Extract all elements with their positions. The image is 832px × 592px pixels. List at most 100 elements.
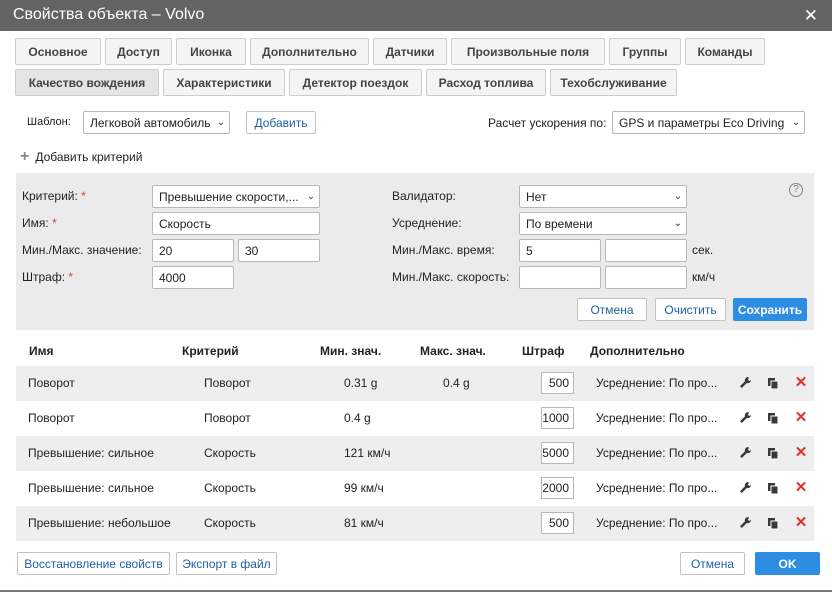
tab-bar: Основное Доступ Иконка Дополнительно Дат… (15, 38, 815, 100)
row-min: 81 км/ч (344, 516, 384, 530)
averaging-select[interactable]: По времени ⌄ (519, 212, 687, 235)
tab-fuel-consumption[interactable]: Расход топлива (426, 69, 546, 96)
export-to-file-button[interactable]: Экспорт в файл (176, 552, 277, 575)
criterion-select[interactable]: Превышение скорости,... ⌄ (152, 185, 320, 208)
tab-main[interactable]: Основное (15, 38, 101, 65)
copy-icon[interactable] (765, 409, 781, 427)
template-select[interactable]: Легковой автомобиль ⌄ (83, 111, 230, 134)
delete-icon[interactable]: ✕ (793, 409, 809, 427)
row-min: 99 км/ч (344, 481, 384, 495)
row-penalty-input[interactable]: 500 (541, 512, 574, 534)
restore-properties-button[interactable]: Восстановление свойств (17, 552, 170, 575)
speed-unit: км/ч (692, 270, 716, 284)
penalty-input[interactable]: 4000 (152, 266, 234, 289)
col-header-name: Имя (29, 344, 54, 358)
row-criterion: Скорость (204, 516, 256, 530)
col-header-extra: Дополнительно (590, 344, 685, 358)
wrench-icon[interactable] (737, 409, 753, 427)
validator-select[interactable]: Нет ⌄ (519, 185, 687, 208)
form-cancel-button[interactable]: Отмена (577, 298, 647, 321)
form-save-button[interactable]: Сохранить (733, 298, 807, 321)
col-header-criterion: Критерий (182, 344, 239, 358)
add-criterion-link[interactable]: + Добавить критерий (20, 148, 142, 166)
copy-icon[interactable] (765, 479, 781, 497)
row-penalty-input[interactable]: 5000 (541, 442, 574, 464)
table-row[interactable]: Превышение: сильное Скорость 99 км/ч 200… (16, 471, 814, 506)
close-icon[interactable]: ✕ (804, 7, 818, 24)
chevron-down-icon: ⌄ (791, 117, 801, 128)
table-row[interactable]: Поворот Поворот 0.31 g 0.4 g 500 Усредне… (16, 366, 814, 401)
time-unit: сек. (692, 243, 714, 257)
acceleration-label: Расчет ускорения по: (488, 116, 607, 130)
row-min: 0.4 g (344, 411, 371, 425)
chevron-down-icon: ⌄ (216, 117, 226, 128)
time-label: Мин./Макс. время: (392, 243, 495, 257)
wrench-icon[interactable] (737, 514, 753, 532)
col-header-max: Макс. знач. (420, 344, 486, 358)
row-extra: Усреднение: По про... (596, 411, 718, 425)
tab-custom-fields[interactable]: Произвольные поля (451, 38, 605, 65)
row-criterion: Поворот (204, 376, 251, 390)
speed-max-input[interactable] (605, 266, 687, 289)
tab-trip-detector[interactable]: Детектор поездок (289, 69, 422, 96)
wrench-icon[interactable] (737, 479, 753, 497)
time-min-input[interactable]: 5 (519, 239, 601, 262)
minmax-value-label: Мин./Макс. значение: (22, 243, 142, 257)
tab-characteristics[interactable]: Характеристики (163, 69, 285, 96)
speed-label: Мин./Макс. скорость: (392, 270, 510, 284)
tab-driving-quality[interactable]: Качество вождения (15, 69, 159, 96)
tab-maintenance[interactable]: Техобслуживание (550, 69, 677, 96)
penalty-label: Штраф: * (22, 270, 74, 284)
chevron-down-icon: ⌄ (306, 191, 316, 202)
name-label: Имя: * (22, 216, 57, 230)
col-header-min: Мин. знач. (320, 344, 382, 358)
ok-button[interactable]: OK (755, 552, 820, 575)
chevron-down-icon: ⌄ (673, 218, 683, 229)
table-row[interactable]: Поворот Поворот 0.4 g 1000 Усреднение: П… (16, 401, 814, 436)
row-name: Превышение: сильное (28, 446, 154, 460)
delete-icon[interactable]: ✕ (793, 479, 809, 497)
criterion-select-value: Превышение скорости,... (159, 189, 299, 204)
tab-advanced[interactable]: Дополнительно (250, 38, 369, 65)
template-label: Шаблон: (27, 116, 71, 128)
row-criterion: Скорость (204, 446, 256, 460)
copy-icon[interactable] (765, 444, 781, 462)
wrench-icon[interactable] (737, 374, 753, 392)
tab-access[interactable]: Доступ (105, 38, 172, 65)
row-criterion: Поворот (204, 411, 251, 425)
row-name: Поворот (28, 376, 75, 390)
window-title: Свойства объекта – Volvo (13, 6, 205, 23)
tab-icon[interactable]: Иконка (176, 38, 246, 65)
copy-icon[interactable] (765, 514, 781, 532)
delete-icon[interactable]: ✕ (793, 444, 809, 462)
time-max-input[interactable] (605, 239, 687, 262)
row-penalty-input[interactable]: 2000 (541, 477, 574, 499)
help-icon[interactable]: ? (789, 183, 803, 197)
table-row[interactable]: Превышение: небольшое Скорость 81 км/ч 5… (16, 506, 814, 541)
table-row[interactable]: Превышение: сильное Скорость 121 км/ч 50… (16, 436, 814, 471)
acceleration-select-value: GPS и параметры Eco Driving (619, 115, 785, 130)
add-template-button[interactable]: Добавить (246, 111, 316, 134)
form-clear-button[interactable]: Очистить (655, 298, 726, 321)
tab-sensors[interactable]: Датчики (373, 38, 447, 65)
delete-icon[interactable]: ✕ (793, 514, 809, 532)
tab-groups[interactable]: Группы (609, 38, 681, 65)
cancel-button[interactable]: Отмена (680, 552, 745, 575)
tab-commands[interactable]: Команды (685, 38, 765, 65)
copy-icon[interactable] (765, 374, 781, 392)
row-penalty-input[interactable]: 1000 (541, 407, 574, 429)
name-input[interactable]: Скорость (152, 212, 320, 235)
row-max: 0.4 g (443, 376, 470, 390)
min-value-input[interactable]: 20 (152, 239, 234, 262)
max-value-input[interactable]: 30 (238, 239, 320, 262)
acceleration-select[interactable]: GPS и параметры Eco Driving ⌄ (612, 111, 805, 134)
wrench-icon[interactable] (737, 444, 753, 462)
validator-select-value: Нет (526, 189, 547, 204)
averaging-label: Усреднение: (392, 216, 462, 230)
delete-icon[interactable]: ✕ (793, 374, 809, 392)
speed-min-input[interactable] (519, 266, 601, 289)
row-name: Превышение: сильное (28, 481, 154, 495)
validator-label: Валидатор: (392, 189, 456, 203)
row-penalty-input[interactable]: 500 (541, 372, 574, 394)
row-min: 121 км/ч (344, 446, 391, 460)
